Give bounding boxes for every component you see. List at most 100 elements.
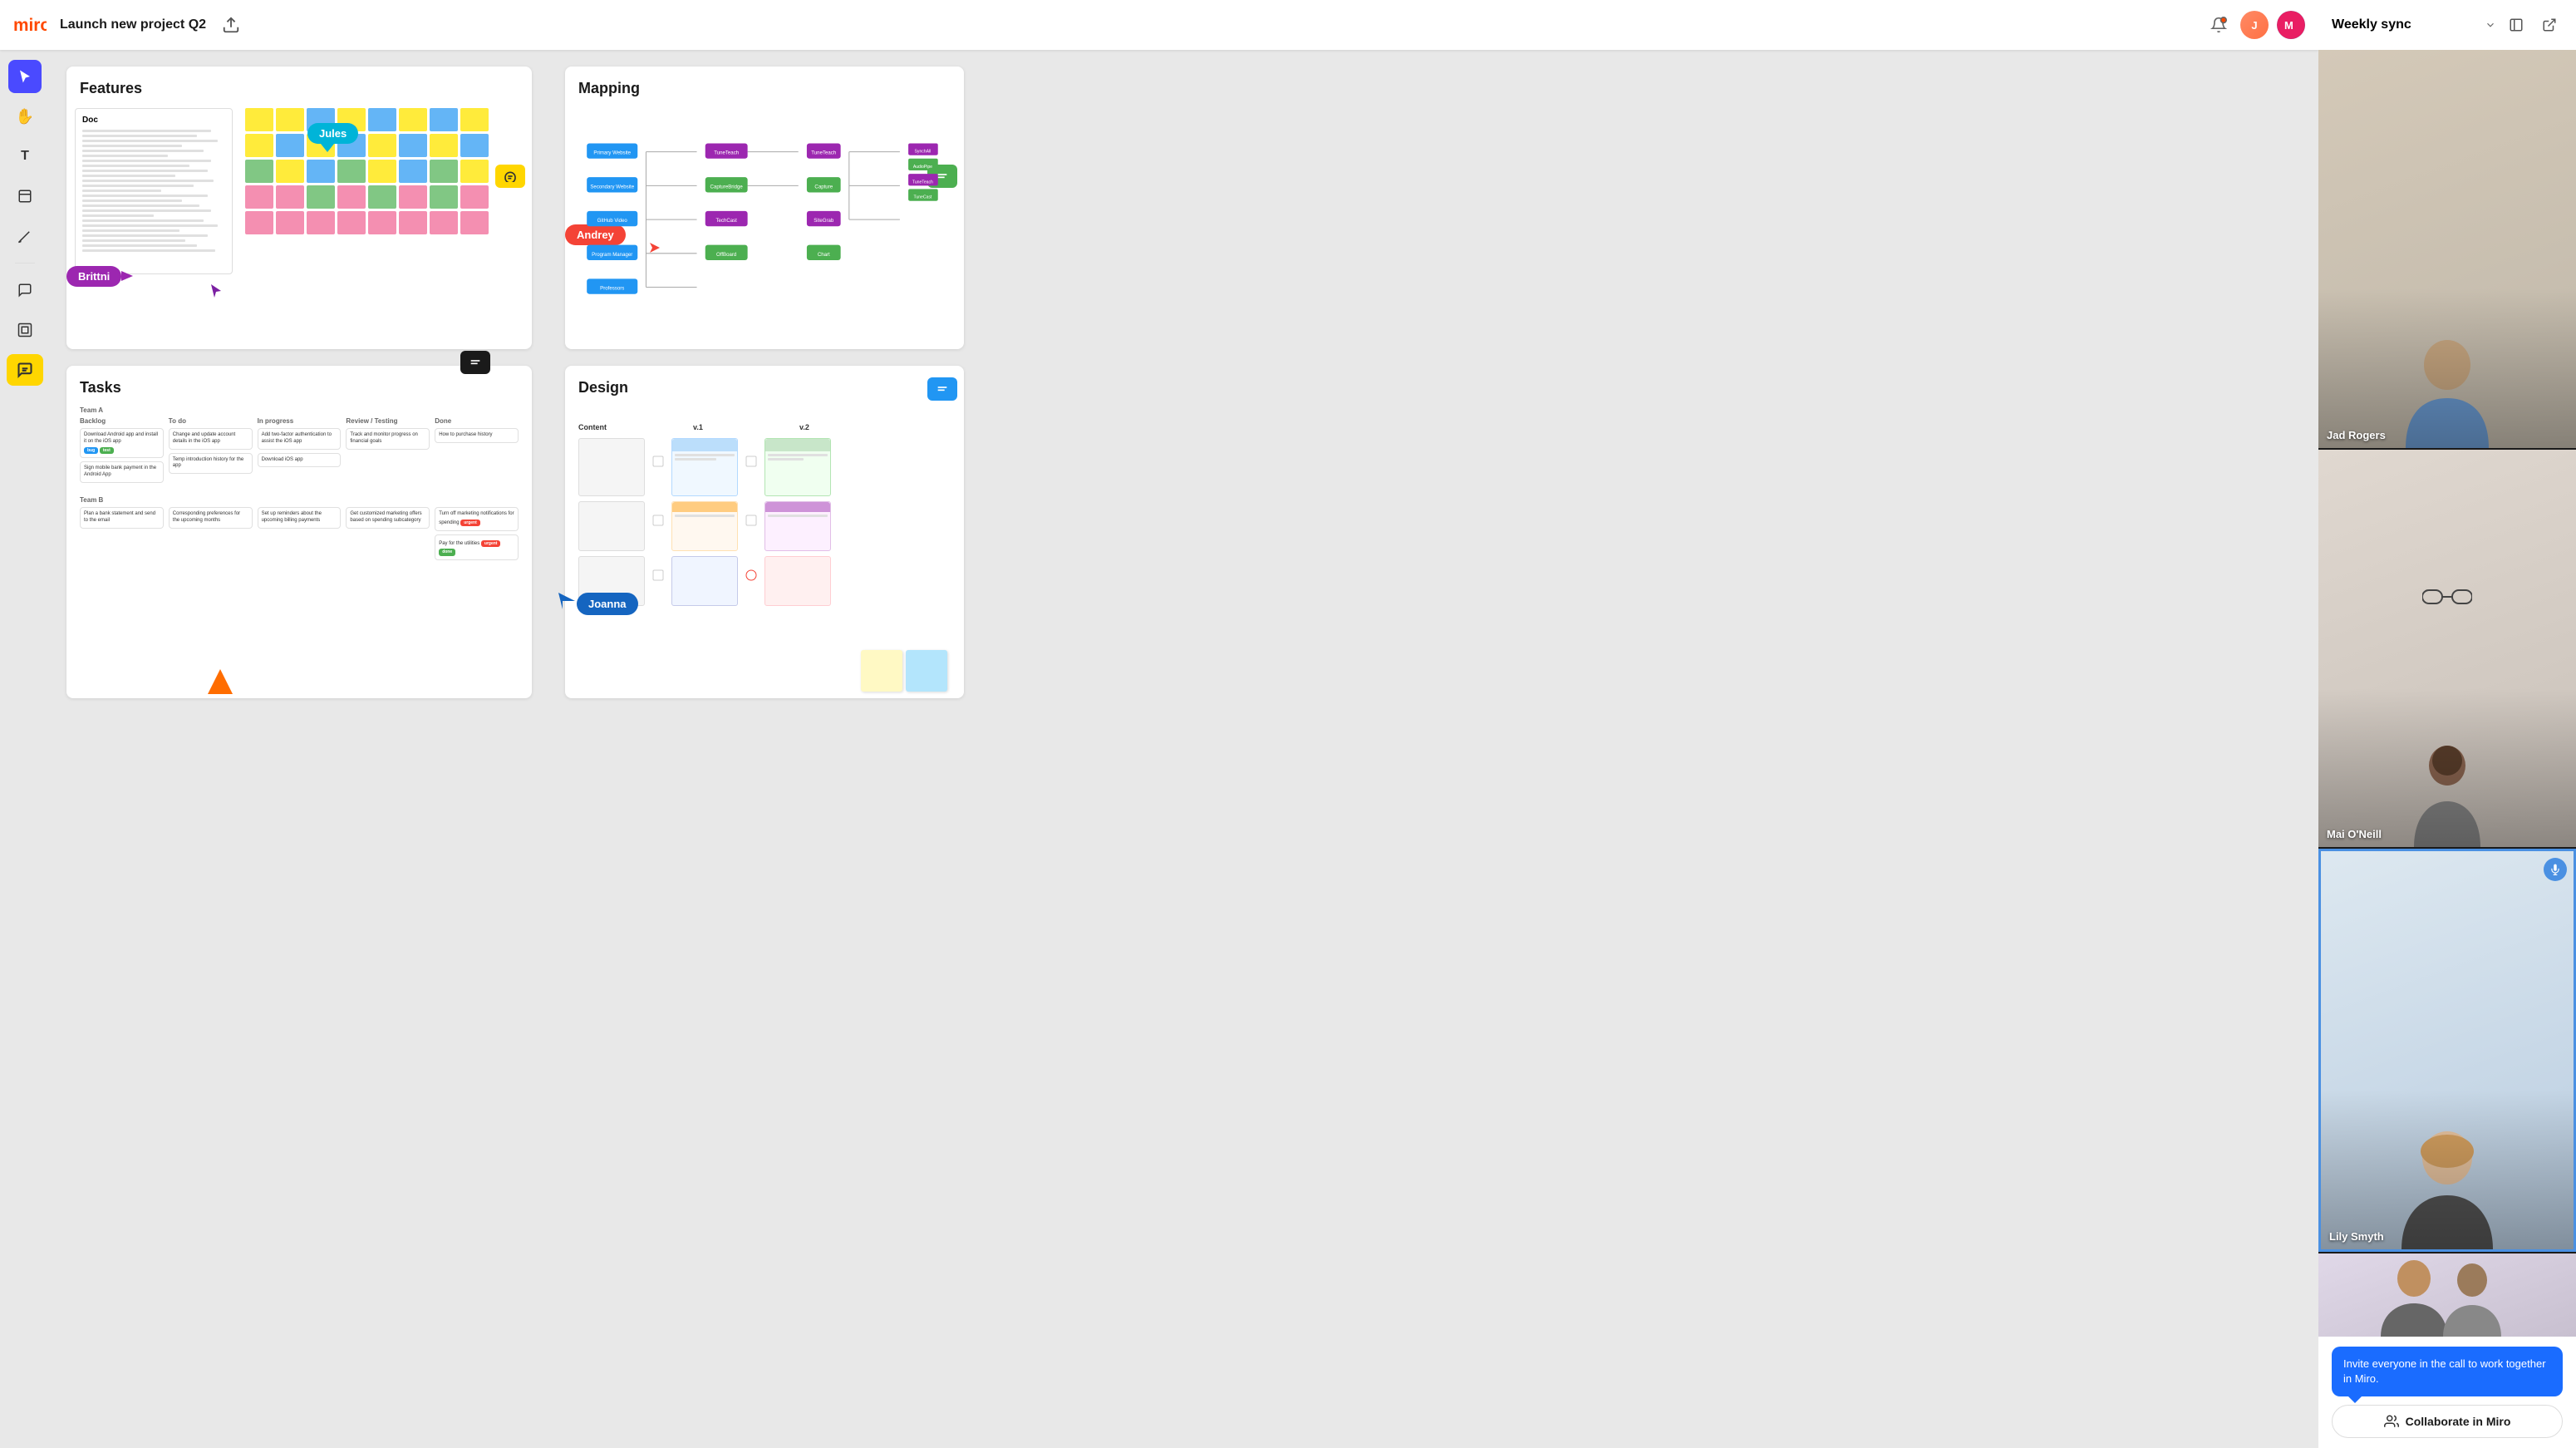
svg-text:AudioPipe: AudioPipe <box>913 165 932 170</box>
board-title: Launch new project Q2 <box>60 17 206 32</box>
panel-dropdown-icon[interactable] <box>2485 19 2496 31</box>
done-col: Done How to purchase history <box>435 417 519 486</box>
avatar-user1[interactable]: J <box>2240 11 2269 39</box>
orange-cursor <box>208 669 233 698</box>
lily-audio-badge <box>2544 858 2567 881</box>
comment-tool-button[interactable] <box>8 273 42 307</box>
minimize-panel-button[interactable] <box>2503 12 2529 38</box>
svg-text:M: M <box>2284 19 2293 32</box>
pen-tool-button[interactable] <box>8 219 42 253</box>
left-toolbar: ✋ T ··· <box>0 50 50 411</box>
todo-col: To do Change and update account details … <box>169 417 253 486</box>
design-title: Design <box>578 379 951 396</box>
design-stickies <box>861 650 947 692</box>
tasks-title: Tasks <box>80 379 519 396</box>
v1-label: v.1 <box>693 423 760 431</box>
joanna-cursor-label: Joanna <box>573 593 638 615</box>
kanban-team-b: Plan a bank statement and send to the em… <box>80 507 519 564</box>
video-participants-grid: Jad Rogers Mai O'Neill <box>2318 50 2576 1337</box>
frame-mapping: Mapping Andrey <box>565 66 964 349</box>
frame-features: Features Doc <box>66 66 532 349</box>
svg-text:TuneTeach: TuneTeach <box>714 150 739 156</box>
svg-text:SiteGrab: SiteGrab <box>814 218 834 224</box>
miro-logo[interactable]: miro <box>13 13 47 37</box>
design-version-header: Content v.1 v.2 <box>578 423 951 431</box>
participant-mai: Mai O'Neill <box>2318 450 2576 848</box>
svg-text:TuneTeach: TuneTeach <box>811 150 836 156</box>
svg-text:TuneTeach: TuneTeach <box>912 180 933 185</box>
brittni-cursor-label: Brittni <box>66 266 121 287</box>
backlog-b-col: Plan a bank statement and send to the em… <box>80 507 164 564</box>
kanban-card: Get customized marketing offers based on… <box>346 507 430 529</box>
backlog-col: Backlog Download Android app and install… <box>80 417 164 486</box>
frame-tasks: Tasks Team A Backlog Download Android ap… <box>66 366 532 698</box>
participant-4 <box>2318 1253 2576 1337</box>
svg-text:OffBoard: OffBoard <box>716 252 736 258</box>
topbar-right: J M <box>2205 11 2305 39</box>
kanban-card: Track and monitor progress on financial … <box>346 428 430 450</box>
svg-text:SynchAll: SynchAll <box>915 150 932 155</box>
jad-name: Jad Rogers <box>2327 429 2386 441</box>
external-panel-button[interactable] <box>2536 12 2563 38</box>
notification-icon[interactable] <box>2205 12 2232 38</box>
collaborate-button[interactable]: Collaborate in Miro <box>2332 1405 2563 1438</box>
svg-text:Chart: Chart <box>818 252 830 258</box>
jules-cursor-label: Jules <box>307 123 358 152</box>
review-col: Review / Testing Track and monitor progr… <box>346 417 430 486</box>
select-tool-button[interactable] <box>8 60 42 93</box>
kanban-card: Sign mobile bank payment in the Android … <box>80 461 164 483</box>
kanban-card: Corresponding preferences for the upcomi… <box>169 507 253 529</box>
upload-button[interactable] <box>219 13 243 37</box>
hand-tool-button[interactable]: ✋ <box>8 100 42 133</box>
avatar-user2[interactable]: M <box>2277 11 2305 39</box>
chat-icon-button[interactable] <box>7 354 43 386</box>
features-title: Features <box>80 80 519 97</box>
features-message-bubble[interactable] <box>495 165 525 188</box>
done-b-col: Turn off marketing notifications for spe… <box>435 507 519 564</box>
inprogress-b-col: Set up reminders about the upcoming bill… <box>258 507 342 564</box>
team-b-label: Team B <box>80 496 519 504</box>
mai-name: Mai O'Neill <box>2327 828 2382 840</box>
svg-text:TechCast: TechCast <box>715 218 737 224</box>
design-message-bubble[interactable] <box>927 377 957 401</box>
side-panel: Weekly sync Jad Rogers <box>2318 0 2576 1448</box>
topbar: miro Launch new project Q2 J <box>0 0 2318 50</box>
canvas-content: Features Doc <box>50 50 2318 1448</box>
svg-text:Secondary Website: Secondary Website <box>590 184 634 190</box>
canvas-area: miro Launch new project Q2 J <box>0 0 2318 1448</box>
sticky-note-tool-button[interactable] <box>8 180 42 213</box>
svg-text:miro: miro <box>13 16 47 35</box>
stickies-grid <box>245 108 489 234</box>
svg-text:TuneCast: TuneCast <box>913 195 932 200</box>
todo-b-col: Corresponding preferences for the upcomi… <box>169 507 253 564</box>
kanban-card: Plan a bank statement and send to the em… <box>80 507 164 529</box>
design-mockups <box>578 438 951 606</box>
kanban-card: Add two-factor authentication to assist … <box>258 428 342 450</box>
collaborate-icon <box>2384 1414 2399 1429</box>
kanban-team-a: Backlog Download Android app and install… <box>80 417 519 486</box>
kanban-card: How to purchase history <box>435 428 519 443</box>
collaborate-message: Invite everyone in the call to work toge… <box>2332 1347 2563 1396</box>
collaborate-message-text: Invite everyone in the call to work toge… <box>2343 1357 2546 1385</box>
kanban-card: Temp introduction history for the app <box>169 453 253 475</box>
tasks-message-bubble[interactable] <box>460 351 490 374</box>
kanban-card: Turn off marketing notifications for spe… <box>435 507 519 531</box>
v2-label: v.2 <box>799 423 866 431</box>
kanban-card: Set up reminders about the upcoming bill… <box>258 507 342 529</box>
side-panel-header: Weekly sync <box>2318 0 2576 50</box>
collaborate-button-label: Collaborate in Miro <box>2406 1415 2511 1428</box>
review-b-col: Get customized marketing offers based on… <box>346 507 430 564</box>
frame-design: Design Content v.1 v.2 <box>565 366 964 698</box>
mapping-title: Mapping <box>578 80 951 97</box>
svg-text:Primary Website: Primary Website <box>593 150 631 156</box>
collaborate-bar: Invite everyone in the call to work toge… <box>2318 1337 2576 1448</box>
mapping-diagram: Primary Website Secondary Website GitHub… <box>578 107 951 323</box>
frame-tool-button[interactable] <box>8 313 42 347</box>
svg-text:GitHub Video: GitHub Video <box>597 218 628 224</box>
lily-name: Lily Smyth <box>2329 1230 2384 1243</box>
team-a-label: Team A <box>80 406 519 414</box>
kanban-card: Download Android app and install it on t… <box>80 428 164 458</box>
content-label: Content <box>578 423 645 431</box>
text-tool-button[interactable]: T <box>8 140 42 173</box>
participant-lily: Lily Smyth <box>2318 849 2576 1252</box>
